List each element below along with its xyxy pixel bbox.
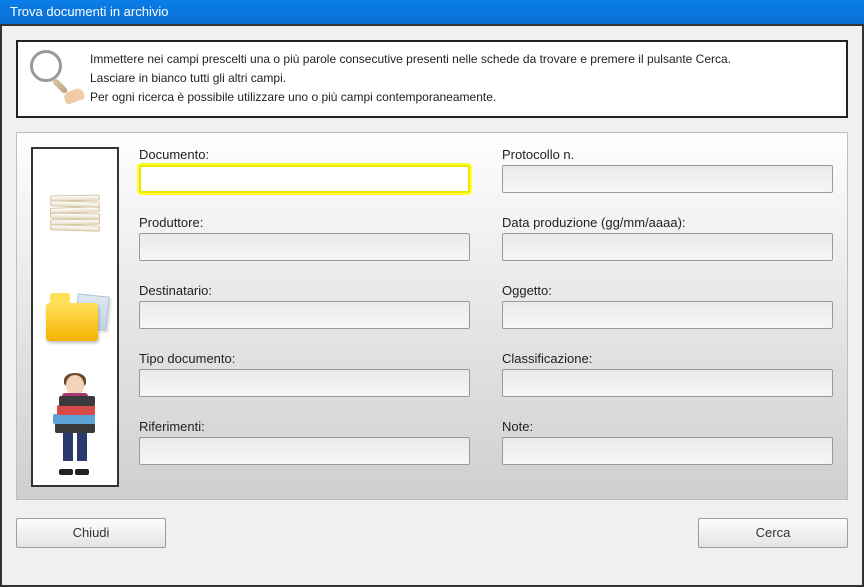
label-note: Note: — [502, 419, 833, 434]
help-text: Immettere nei campi prescelti una o più … — [90, 50, 731, 108]
button-row: Chiudi Cerca — [16, 518, 848, 548]
label-oggetto: Oggetto: — [502, 283, 833, 298]
label-produttore: Produttore: — [139, 215, 470, 230]
input-data-produzione[interactable] — [502, 233, 833, 261]
folder-icon — [43, 269, 107, 365]
input-oggetto[interactable] — [502, 301, 833, 329]
input-note[interactable] — [502, 437, 833, 465]
label-documento: Documento: — [139, 147, 470, 162]
field-destinatario: Destinatario: — [139, 283, 470, 329]
window-titlebar: Trova documenti in archivio — [0, 0, 864, 24]
magnifier-icon — [30, 50, 76, 96]
help-panel: Immettere nei campi prescelti una o più … — [16, 40, 848, 118]
search-button[interactable]: Cerca — [698, 518, 848, 548]
label-data-produzione: Data produzione (gg/mm/aaaa): — [502, 215, 833, 230]
form-area: Documento: Protocollo n. Produttore: Dat… — [139, 147, 833, 485]
input-destinatario[interactable] — [139, 301, 470, 329]
label-protocollo: Protocollo n. — [502, 147, 833, 162]
help-line: Immettere nei campi prescelti una o più … — [90, 50, 731, 69]
help-line: Lasciare in bianco tutti gli altri campi… — [90, 69, 731, 88]
field-tipo-documento: Tipo documento: — [139, 351, 470, 397]
field-documento: Documento: — [139, 147, 470, 193]
field-riferimenti: Riferimenti: — [139, 419, 470, 465]
field-classificazione: Classificazione: — [502, 351, 833, 397]
field-oggetto: Oggetto: — [502, 283, 833, 329]
close-button[interactable]: Chiudi — [16, 518, 166, 548]
help-line: Per ogni ricerca è possibile utilizzare … — [90, 88, 731, 107]
field-produttore: Produttore: — [139, 215, 470, 261]
input-documento[interactable] — [139, 165, 470, 193]
window-body: Immettere nei campi prescelti una o più … — [0, 24, 864, 587]
search-form-panel: Documento: Protocollo n. Produttore: Dat… — [16, 132, 848, 500]
field-data-produzione: Data produzione (gg/mm/aaaa): — [502, 215, 833, 261]
label-tipo-documento: Tipo documento: — [139, 351, 470, 366]
label-destinatario: Destinatario: — [139, 283, 470, 298]
label-riferimenti: Riferimenti: — [139, 419, 470, 434]
paper-stack-icon — [43, 161, 107, 257]
field-protocollo: Protocollo n. — [502, 147, 833, 193]
window-title: Trova documenti in archivio — [10, 4, 168, 19]
person-with-binders-icon — [43, 377, 107, 473]
thumbnail-strip — [31, 147, 119, 487]
field-note: Note: — [502, 419, 833, 465]
input-riferimenti[interactable] — [139, 437, 470, 465]
label-classificazione: Classificazione: — [502, 351, 833, 366]
input-tipo-documento[interactable] — [139, 369, 470, 397]
input-protocollo[interactable] — [502, 165, 833, 193]
input-classificazione[interactable] — [502, 369, 833, 397]
input-produttore[interactable] — [139, 233, 470, 261]
